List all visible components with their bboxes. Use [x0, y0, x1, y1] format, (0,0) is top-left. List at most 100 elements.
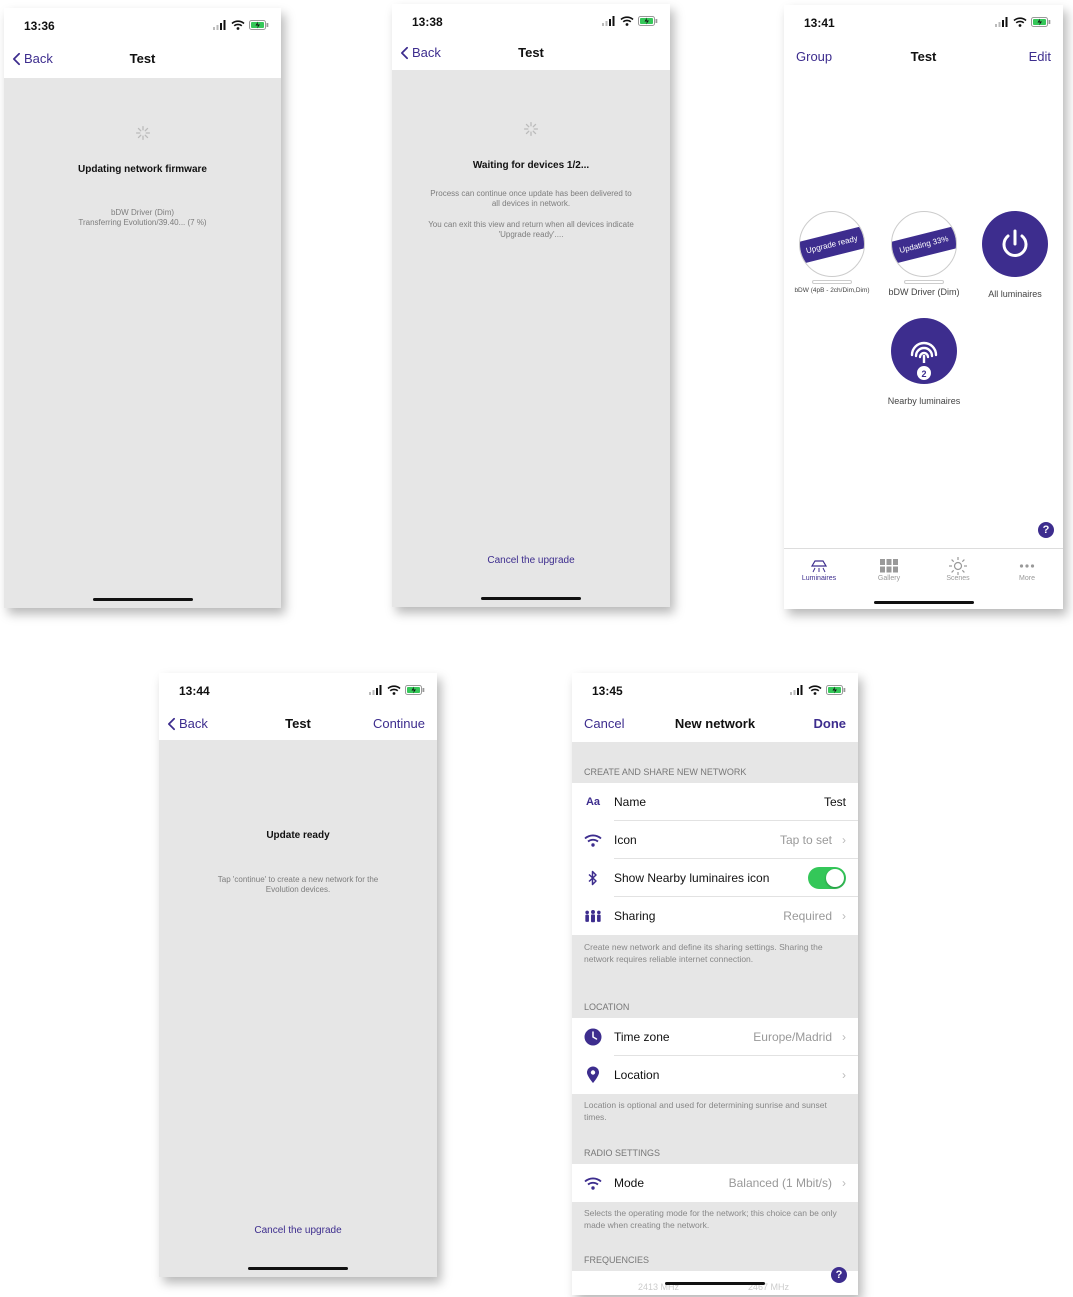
section-header-radio: RADIO SETTINGS — [584, 1148, 661, 1158]
status-heading: Updating network firmware — [78, 164, 207, 175]
info-line-1: Tap 'continue' to create a new network f… — [217, 875, 379, 884]
nearby-toggle-row: Show Nearby luminaires icon — [572, 859, 858, 897]
nearby-count-badge: 2 — [916, 365, 932, 381]
nav-bar: Back Test — [392, 34, 670, 70]
chevron-right-icon: › — [842, 1030, 846, 1044]
upgrade-ready-banner: Upgrade ready — [800, 225, 864, 265]
cancel-upgrade-link[interactable]: Cancel the upgrade — [169, 1225, 427, 1236]
status-time: 13:41 — [804, 16, 835, 30]
wifi-icon — [231, 20, 245, 30]
status-bar: 13:45 — [572, 673, 858, 703]
spinner-icon — [135, 125, 151, 141]
screen-updating-firmware: 13:36 Back Test Updating network firmwar… — [4, 8, 281, 608]
text-icon: Aa — [585, 796, 601, 808]
help-icon[interactable]: ? — [1038, 522, 1054, 538]
chevron-right-icon: › — [842, 1176, 846, 1190]
mode-value: Balanced (1 Mbit/s) — [728, 1176, 832, 1190]
tab-scenes[interactable]: Scenes — [933, 557, 983, 582]
status-time: 13:36 — [24, 19, 55, 33]
signal-icon — [602, 16, 616, 26]
screen-update-ready: 13:44 Back Test Continue Update ready Ta… — [159, 673, 437, 1277]
section-header-location: LOCATION — [584, 1002, 630, 1012]
edit-button[interactable]: Edit — [1029, 49, 1051, 64]
nearby-label: Show Nearby luminaires icon — [614, 871, 770, 885]
sharing-people-icon — [585, 909, 601, 923]
bluetooth-icon — [588, 870, 597, 886]
updating-banner: Updating 33% — [892, 225, 956, 265]
tab-more[interactable]: More — [1002, 557, 1052, 582]
wifi-row-icon — [584, 834, 602, 847]
location-row[interactable]: Location › — [572, 1056, 858, 1094]
icon-row[interactable]: Icon Tap to set › — [572, 821, 858, 859]
more-tab-icon — [1019, 564, 1035, 568]
battery-icon — [405, 685, 425, 695]
name-value[interactable]: Test — [824, 795, 846, 809]
home-indicator[interactable] — [873, 601, 974, 604]
home-indicator[interactable] — [665, 1282, 765, 1285]
luminaire-tile-1[interactable]: Upgrade ready bDW (4pB - 2ch/Dim,Dim) — [788, 211, 876, 294]
time-zone-row[interactable]: Time zone Europe/Madrid › — [572, 1018, 858, 1056]
all-luminaires-button — [982, 211, 1048, 277]
tab-luminaires[interactable]: Luminaires — [794, 557, 844, 582]
luminaire-level-bar — [904, 280, 944, 284]
signal-icon — [213, 20, 227, 30]
location-note: Location is optional and used for determ… — [584, 1100, 827, 1122]
cancel-upgrade-link[interactable]: Cancel the upgrade — [402, 555, 660, 566]
screen-waiting-devices: 13:38 Back Test Waiting for devices 1/2.… — [392, 4, 670, 607]
spinner-icon — [523, 121, 539, 137]
nearby-luminaires-button: 2 — [891, 318, 957, 384]
status-heading: Waiting for devices 1/2... — [472, 160, 590, 171]
sharing-row[interactable]: Sharing Required › — [572, 897, 858, 935]
home-indicator[interactable] — [92, 598, 193, 601]
mode-note: Selects the operating mode for the netwo… — [584, 1208, 837, 1230]
gallery-tab-icon — [880, 559, 898, 573]
scenes-tab-icon — [949, 557, 967, 575]
info-line-2: Evolution devices. — [265, 885, 331, 894]
transfer-progress: Transferring Evolution/39.40... (7 %) — [78, 218, 207, 227]
nav-bar: Back Test — [4, 38, 281, 78]
tab-bar: Luminaires Gallery Scenes More — [784, 548, 1063, 608]
signal-icon — [369, 685, 383, 695]
screen-luminaires: 13:41 Group Test Edit Upgrade ready bDW … — [784, 5, 1063, 609]
status-time: 13:45 — [592, 684, 623, 698]
status-bar: 13:38 — [392, 4, 670, 34]
home-indicator[interactable] — [248, 1267, 348, 1270]
sharing-value: Required — [783, 909, 832, 923]
screen-new-network: 13:45 Cancel New network Done CREATE AND… — [572, 673, 858, 1295]
icon-label: Icon — [614, 833, 637, 847]
status-bar: 13:36 — [4, 8, 281, 38]
wifi-icon — [808, 685, 822, 695]
name-row[interactable]: Aa Name Test — [572, 783, 858, 821]
time-zone-label: Time zone — [614, 1030, 670, 1044]
signal-icon — [790, 685, 804, 695]
page-title: Test — [910, 49, 937, 64]
help-icon[interactable]: ? — [831, 1267, 847, 1283]
battery-icon — [638, 16, 658, 26]
luminaire-tile-2[interactable]: Updating 33% bDW Driver (Dim) — [879, 211, 969, 297]
name-label: Name — [614, 795, 647, 809]
wifi-icon — [620, 16, 634, 26]
page-title: Test — [518, 45, 544, 60]
nav-bar: Cancel New network Done — [572, 703, 858, 742]
location-pin-icon — [587, 1066, 599, 1083]
battery-icon — [1031, 17, 1051, 27]
luminaire-label: bDW (4pB - 2ch/Dim,Dim) — [794, 287, 870, 294]
home-indicator[interactable] — [481, 597, 581, 600]
luminaire-thumbnail: Upgrade ready — [799, 211, 865, 277]
nearby-luminaires-tile[interactable]: 2 Nearby luminaires — [879, 318, 969, 406]
icon-value: Tap to set — [779, 833, 832, 847]
tab-gallery[interactable]: Gallery — [864, 557, 914, 582]
chevron-right-icon: › — [842, 833, 846, 847]
nav-bar: Back Test Continue — [159, 703, 437, 740]
luminaire-label: Nearby luminaires — [887, 396, 961, 406]
luminaire-thumbnail: Updating 33% — [891, 211, 957, 277]
mode-row[interactable]: Mode Balanced (1 Mbit/s) › — [572, 1164, 858, 1202]
status-time: 13:38 — [412, 15, 443, 29]
info-line-1: Process can continue once update has bee… — [430, 189, 632, 198]
all-luminaires-tile[interactable]: All luminaires — [971, 211, 1059, 299]
nearby-toggle[interactable] — [808, 867, 846, 889]
sharing-label: Sharing — [614, 909, 656, 923]
continue-button[interactable]: Continue — [373, 716, 425, 731]
done-button[interactable]: Done — [814, 716, 847, 731]
status-heading: Update ready — [266, 830, 330, 841]
